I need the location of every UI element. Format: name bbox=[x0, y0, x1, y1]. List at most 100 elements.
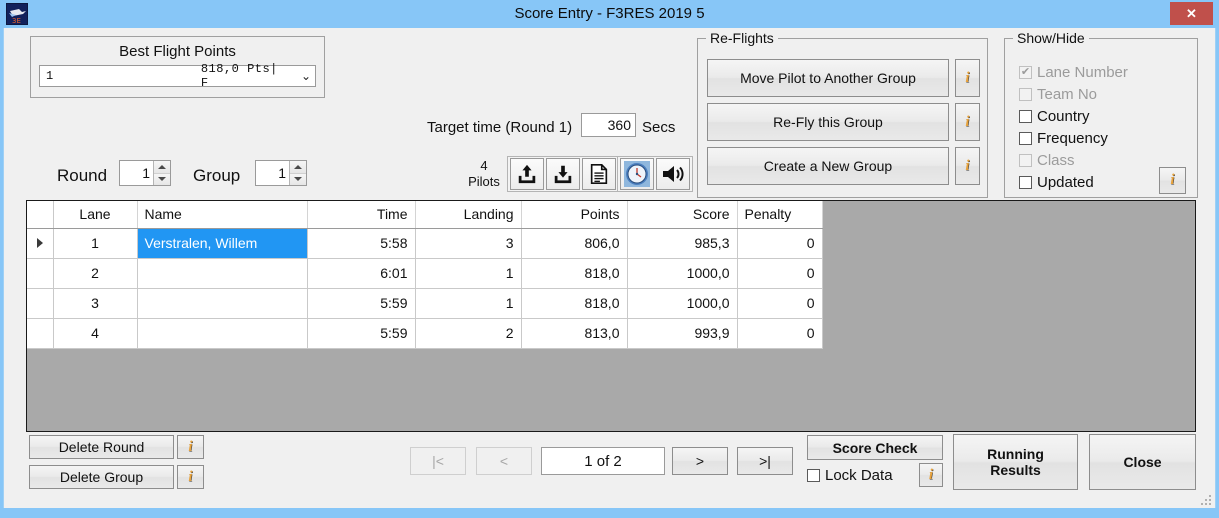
checkbox-updated-box[interactable] bbox=[1019, 176, 1032, 189]
refly-group-button[interactable]: Re-Fly this Group bbox=[707, 103, 949, 141]
table-row: 3 5:59 1 818,0 1000,0 0 bbox=[27, 288, 823, 319]
cell-name[interactable]: Verstralen, Willem bbox=[137, 228, 308, 259]
group-value[interactable]: 1 bbox=[256, 161, 289, 185]
cell-points[interactable]: 818,0 bbox=[521, 258, 628, 289]
showhide-group: Show/Hide ✔ Lane Number Team No Country … bbox=[1004, 30, 1198, 198]
cell-landing[interactable]: 1 bbox=[415, 258, 522, 289]
cell-score[interactable]: 993,9 bbox=[627, 318, 738, 349]
showhide-group-title: Show/Hide bbox=[1013, 30, 1089, 46]
move-pilot-info-button[interactable]: i bbox=[955, 59, 980, 97]
column-header-penalty[interactable]: Penalty bbox=[737, 201, 823, 229]
checkbox-updated[interactable]: Updated bbox=[1019, 174, 1094, 191]
group-label: Group bbox=[193, 166, 241, 185]
cell-name[interactable] bbox=[137, 258, 308, 289]
cell-time[interactable]: 5:59 bbox=[307, 288, 416, 319]
checkbox-team-no-label: Team No bbox=[1037, 86, 1098, 103]
last-page-button[interactable]: >| bbox=[737, 447, 793, 475]
cell-lane[interactable]: 2 bbox=[53, 258, 138, 289]
best-flight-points-title: Best Flight Points bbox=[119, 43, 236, 60]
document-icon-button[interactable] bbox=[582, 158, 616, 190]
group-stepper[interactable]: 1 bbox=[255, 160, 307, 186]
cell-score[interactable]: 985,3 bbox=[627, 228, 738, 259]
cell-score[interactable]: 1000,0 bbox=[627, 258, 738, 289]
cell-points[interactable]: 806,0 bbox=[521, 228, 628, 259]
first-page-button[interactable]: |< bbox=[410, 447, 466, 475]
running-results-button[interactable]: Running Results bbox=[953, 434, 1078, 490]
column-header-name[interactable]: Name bbox=[137, 201, 308, 229]
cell-time[interactable]: 5:58 bbox=[307, 228, 416, 259]
score-check-button[interactable]: Score Check bbox=[807, 435, 943, 460]
cell-penalty[interactable]: 0 bbox=[737, 228, 823, 259]
cell-lane[interactable]: 1 bbox=[53, 228, 138, 259]
group-stepper-down[interactable] bbox=[290, 173, 306, 185]
resize-grip[interactable] bbox=[1198, 492, 1211, 505]
cell-time[interactable]: 5:59 bbox=[307, 318, 416, 349]
cell-name[interactable] bbox=[137, 318, 308, 349]
cell-landing[interactable]: 2 bbox=[415, 318, 522, 349]
close-window-button[interactable]: ✕ bbox=[1170, 2, 1213, 25]
chevron-down-icon[interactable]: ⌄ bbox=[297, 69, 315, 83]
download-icon-button[interactable] bbox=[546, 158, 580, 190]
close-button[interactable]: Close bbox=[1089, 434, 1196, 490]
column-header-score[interactable]: Score bbox=[627, 201, 738, 229]
checkbox-frequency[interactable]: Frequency bbox=[1019, 130, 1108, 147]
checkbox-frequency-box[interactable] bbox=[1019, 132, 1032, 145]
cell-points[interactable]: 813,0 bbox=[521, 318, 628, 349]
cell-score[interactable]: 1000,0 bbox=[627, 288, 738, 319]
column-header-lane[interactable]: Lane bbox=[53, 201, 138, 229]
move-pilot-button[interactable]: Move Pilot to Another Group bbox=[707, 59, 949, 97]
delete-round-button[interactable]: Delete Round bbox=[29, 435, 174, 459]
cell-penalty[interactable]: 0 bbox=[737, 318, 823, 349]
file-toolbar bbox=[507, 156, 619, 192]
cell-points[interactable]: 818,0 bbox=[521, 288, 628, 319]
checkbox-lock-data-box[interactable] bbox=[807, 469, 820, 482]
group-stepper-up[interactable] bbox=[290, 161, 306, 174]
round-stepper-up[interactable] bbox=[154, 161, 170, 174]
cell-penalty[interactable]: 0 bbox=[737, 258, 823, 289]
checkbox-country[interactable]: Country bbox=[1019, 108, 1090, 125]
row-indicator[interactable] bbox=[27, 318, 54, 349]
row-indicator[interactable] bbox=[27, 228, 54, 259]
clock-icon-button[interactable] bbox=[620, 158, 654, 190]
cell-lane[interactable]: 3 bbox=[53, 288, 138, 319]
create-new-group-button[interactable]: Create a New Group bbox=[707, 147, 949, 185]
cell-landing[interactable]: 3 bbox=[415, 228, 522, 259]
column-header-time[interactable]: Time bbox=[307, 201, 416, 229]
document-icon bbox=[590, 164, 608, 184]
column-header-points[interactable]: Points bbox=[521, 201, 628, 229]
row-indicator[interactable] bbox=[27, 258, 54, 289]
prev-page-button[interactable]: < bbox=[476, 447, 532, 475]
checkbox-lane-number-label: Lane Number bbox=[1037, 64, 1128, 81]
round-stepper-down[interactable] bbox=[154, 173, 170, 185]
cell-name[interactable] bbox=[137, 288, 308, 319]
page-position-input[interactable]: 1 of 2 bbox=[541, 447, 665, 475]
cell-penalty[interactable]: 0 bbox=[737, 288, 823, 319]
cell-lane[interactable]: 4 bbox=[53, 318, 138, 349]
speaker-icon-button[interactable] bbox=[656, 158, 690, 190]
delete-group-button[interactable]: Delete Group bbox=[29, 465, 174, 489]
application-window: 3E Score Entry - F3RES 2019 5 ✕ Best Fli… bbox=[0, 0, 1219, 518]
cell-time[interactable]: 6:01 bbox=[307, 258, 416, 289]
upload-icon-button[interactable] bbox=[510, 158, 544, 190]
best-flight-points-dropdown[interactable]: 1 818,0 Pts| F ⌄ bbox=[39, 62, 316, 90]
target-time-label: Target time (Round 1) bbox=[427, 119, 573, 136]
delete-group-info-button[interactable]: i bbox=[177, 465, 204, 489]
lock-data-info-button[interactable]: i bbox=[919, 463, 943, 487]
next-page-button[interactable]: > bbox=[672, 447, 728, 475]
refly-group-info-button[interactable]: i bbox=[955, 103, 980, 141]
checkbox-country-box[interactable] bbox=[1019, 110, 1032, 123]
cell-landing[interactable]: 1 bbox=[415, 288, 522, 319]
delete-round-info-button[interactable]: i bbox=[177, 435, 204, 459]
row-indicator[interactable] bbox=[27, 288, 54, 319]
checkbox-lock-data[interactable]: Lock Data bbox=[807, 467, 893, 484]
best-flight-name-redacted bbox=[71, 70, 201, 82]
checkbox-lane-number-box: ✔ bbox=[1019, 66, 1032, 79]
column-header-landing[interactable]: Landing bbox=[415, 201, 522, 229]
target-time-input[interactable]: 360 bbox=[581, 113, 636, 137]
round-stepper[interactable]: 1 bbox=[119, 160, 171, 186]
showhide-info-button[interactable]: i bbox=[1159, 167, 1186, 194]
score-data-grid[interactable]: Lane Name Time Landing Points Score Pena… bbox=[26, 200, 1196, 432]
checkbox-lane-number: ✔ Lane Number bbox=[1019, 64, 1128, 81]
create-new-group-info-button[interactable]: i bbox=[955, 147, 980, 185]
round-value[interactable]: 1 bbox=[120, 161, 153, 185]
